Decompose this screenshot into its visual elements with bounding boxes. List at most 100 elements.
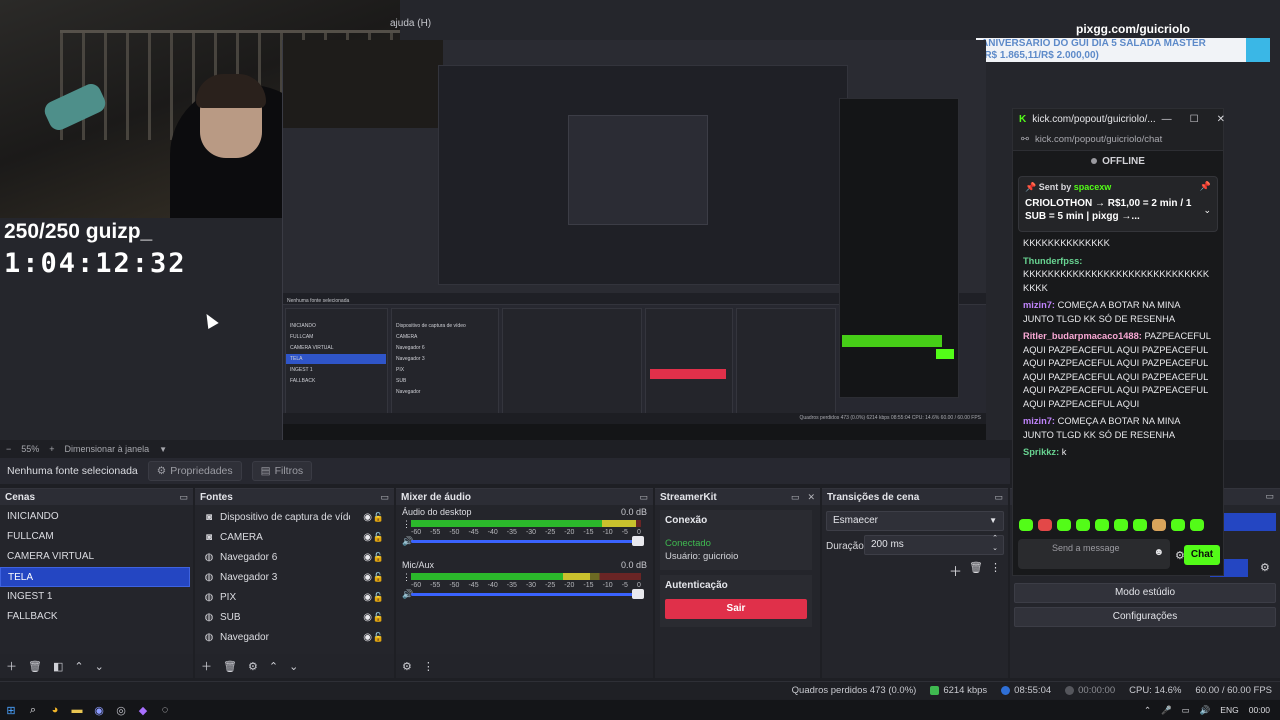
eye-icon[interactable]: ◉: [363, 612, 372, 623]
chat-username[interactable]: Thunderfpss:: [1023, 256, 1082, 266]
zoom-out-button[interactable]: −: [6, 444, 11, 454]
gear-icon[interactable]: ⚙: [1260, 561, 1270, 574]
scene-item-tela[interactable]: TELA: [0, 567, 190, 587]
duration-input[interactable]: 200 ms ⌃ ⌄: [864, 535, 1004, 555]
clock[interactable]: 00:00: [1249, 705, 1270, 715]
move-up-icon[interactable]: ⌃: [269, 660, 278, 673]
source-item[interactable]: ◍ Navegador 3 ◉ 🔓: [195, 567, 394, 587]
lock-icon[interactable]: 🔓: [373, 552, 384, 563]
lock-icon[interactable]: 🔓: [373, 632, 384, 643]
scene-item-ingest-1[interactable]: INGEST 1: [0, 587, 190, 607]
lock-icon[interactable]: 🔓: [373, 612, 384, 623]
chat-message-input[interactable]: Send a message ☻: [1018, 539, 1170, 569]
lang-indicator[interactable]: ENG: [1220, 705, 1238, 715]
filters-button[interactable]: ▤ Filtros: [251, 461, 313, 481]
studio-mode-button[interactable]: Modo estúdio: [1014, 583, 1276, 603]
emote-icon[interactable]: [1057, 519, 1071, 531]
gear-icon[interactable]: ⚙: [248, 660, 258, 673]
emote-icon[interactable]: [1133, 519, 1147, 531]
file-explorer-icon[interactable]: ▬: [66, 700, 88, 720]
site-settings-icon[interactable]: ⚯: [1021, 134, 1029, 145]
trash-icon[interactable]: 🗑: [223, 660, 237, 673]
kick-address-bar[interactable]: ⚯ kick.com/popout/guicriolo/chat: [1013, 129, 1223, 151]
eye-icon[interactable]: ◉: [363, 552, 372, 563]
move-down-icon[interactable]: ⌄: [289, 660, 298, 673]
volume-tray-icon[interactable]: 🔊: [1200, 705, 1211, 716]
settings-button[interactable]: Configurações: [1014, 607, 1276, 627]
lock-icon[interactable]: 🔓: [373, 532, 384, 543]
eye-icon[interactable]: ◉: [363, 572, 372, 583]
scene-item-fullcam[interactable]: FULLCAM: [0, 527, 190, 547]
twitch-icon[interactable]: ◆: [132, 700, 154, 720]
discord-icon[interactable]: ◉: [88, 700, 110, 720]
windows-start-icon[interactable]: ⊞: [0, 700, 22, 720]
minimize-icon[interactable]: —: [1162, 114, 1172, 125]
undock-icon[interactable]: ▭: [380, 492, 389, 503]
emote-icon[interactable]: [1171, 519, 1185, 531]
more-icon[interactable]: ⋮: [423, 660, 434, 673]
emote-icon[interactable]: [1114, 519, 1128, 531]
track-menu-icon[interactable]: ⋮: [402, 519, 411, 530]
app-icon[interactable]: ◌: [154, 700, 176, 720]
close-icon[interactable]: ✕: [1217, 114, 1225, 125]
scene-filters-icon[interactable]: ◧: [53, 660, 63, 673]
undock-icon[interactable]: ▭: [1265, 491, 1274, 502]
lock-icon[interactable]: 🔓: [373, 572, 384, 583]
chat-username[interactable]: Ritler_budarpmacaco1488:: [1023, 331, 1142, 341]
mic-tray-icon[interactable]: 🎤: [1161, 705, 1172, 716]
chat-username[interactable]: mizin7:: [1023, 416, 1055, 426]
add-source-button[interactable]: ＋: [201, 658, 212, 674]
volume-slider-knob[interactable]: [632, 536, 644, 546]
source-item[interactable]: ◙ CAMERA ◉ 🔓: [195, 527, 394, 547]
emote-icon[interactable]: [1076, 519, 1090, 531]
chrome-icon[interactable]: ◕: [44, 700, 66, 720]
chevron-up-icon[interactable]: ⌃: [1144, 705, 1151, 716]
move-down-icon[interactable]: ⌄: [95, 660, 104, 673]
more-icon[interactable]: ⋮: [990, 561, 1001, 574]
logout-button[interactable]: Sair: [665, 599, 807, 619]
undock-icon[interactable]: ▭: [639, 492, 648, 503]
properties-button[interactable]: ⚙ Propriedades: [147, 461, 242, 481]
transition-select[interactable]: Esmaecer ▼: [826, 511, 1004, 531]
add-transition-button[interactable]: ＋: [949, 561, 962, 580]
chat-send-button[interactable]: Chat: [1184, 545, 1220, 565]
undock-icon[interactable]: ▭: [994, 492, 1003, 503]
move-up-icon[interactable]: ⌃: [74, 660, 83, 673]
pin-toggle-icon[interactable]: 📌: [1200, 181, 1211, 192]
chevron-down-icon[interactable]: ▼: [159, 445, 167, 454]
volume-slider-knob[interactable]: [632, 589, 644, 599]
eye-icon[interactable]: ◉: [363, 632, 372, 643]
trash-icon[interactable]: 🗑: [28, 660, 42, 673]
lock-icon[interactable]: 🔓: [373, 512, 384, 523]
emote-icon[interactable]: [1019, 519, 1033, 531]
search-icon[interactable]: ⌕: [22, 700, 44, 720]
eye-icon[interactable]: ◉: [363, 592, 372, 603]
emote-icon[interactable]: [1190, 519, 1204, 531]
maximize-icon[interactable]: ☐: [1190, 114, 1199, 125]
pinned-message[interactable]: 📌 Sent by spacexw CRIOLOTHON → R$1,00 = …: [1018, 176, 1218, 232]
network-tray-icon[interactable]: ▭: [1182, 705, 1190, 716]
source-item[interactable]: ◙ Dispositivo de captura de vídeo 3 ◉🔓: [195, 507, 394, 527]
eye-icon[interactable]: ◉: [363, 512, 372, 523]
source-item[interactable]: ◍ PIX ◉ 🔓: [195, 587, 394, 607]
scene-item-camera-virtual[interactable]: CAMERA VIRTUAL: [0, 547, 190, 567]
close-icon[interactable]: ✕: [807, 492, 815, 503]
emote-icon[interactable]: [1152, 519, 1166, 531]
obs-icon[interactable]: ◎: [110, 700, 132, 720]
source-item[interactable]: ◍ SUB ◉ 🔓: [195, 607, 394, 627]
emote-icon[interactable]: [1095, 519, 1109, 531]
source-item[interactable]: ◍ Navegador ◉ 🔓: [195, 627, 394, 647]
undock-icon[interactable]: ▭: [179, 492, 188, 503]
chat-username[interactable]: mizin7:: [1023, 300, 1055, 310]
scene-item-iniciando[interactable]: INICIANDO: [0, 507, 190, 527]
gear-icon[interactable]: ⚙: [402, 660, 412, 673]
trash-icon[interactable]: 🗑: [969, 561, 983, 574]
zoom-in-button[interactable]: +: [49, 444, 54, 454]
emoji-icon[interactable]: ☻: [1153, 547, 1164, 558]
volume-slider[interactable]: [411, 540, 639, 543]
lock-icon[interactable]: 🔓: [373, 592, 384, 603]
eye-icon[interactable]: ◉: [363, 532, 372, 543]
pinned-user[interactable]: spacexw: [1074, 182, 1112, 192]
add-scene-button[interactable]: ＋: [6, 658, 17, 674]
volume-slider[interactable]: [411, 593, 639, 596]
